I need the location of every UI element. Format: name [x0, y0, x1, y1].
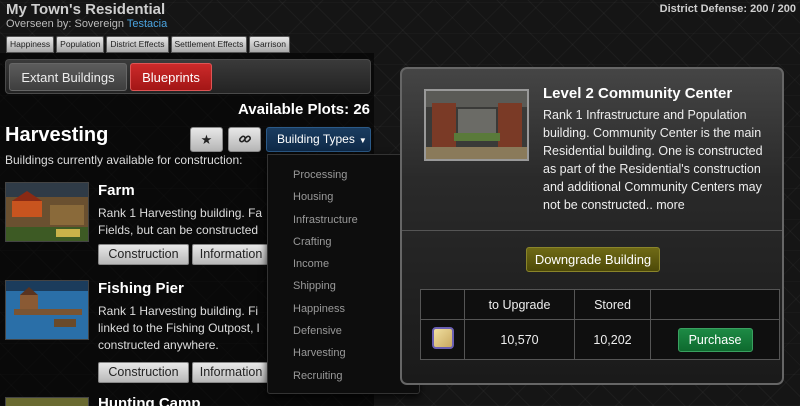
menu-item-shipping[interactable]: Shipping	[268, 275, 419, 297]
purchase-button[interactable]: Purchase	[677, 327, 753, 352]
information-button[interactable]: Information	[192, 362, 270, 383]
menu-item-recruiting[interactable]: Recruiting	[268, 365, 419, 387]
menu-item-harvesting[interactable]: Harvesting	[268, 342, 419, 364]
to-upgrade-value: 10,570	[464, 319, 575, 360]
information-button[interactable]: Information	[192, 244, 270, 265]
detail-title: Level 2 Community Center	[543, 85, 733, 102]
menu-item-infrastructure[interactable]: Infrastructure	[268, 209, 419, 231]
tab-blueprints[interactable]: Blueprints	[130, 63, 212, 91]
building-name: Hunting Camp	[98, 395, 201, 406]
building-name: Fishing Pier	[98, 280, 184, 297]
building-description-line: Fields, but can be constructed	[98, 223, 259, 237]
menu-item-housing[interactable]: Housing	[268, 186, 419, 208]
construction-button[interactable]: Construction	[98, 362, 189, 383]
table-row: 10,570 10,202 Purchase	[420, 319, 780, 360]
menu-item-income[interactable]: Income	[268, 253, 419, 275]
subtab-population[interactable]: Population	[56, 36, 105, 53]
fishing-pier-image	[5, 280, 89, 340]
table-header	[420, 289, 465, 320]
list-item: Hunting Camp	[5, 395, 371, 406]
purchase-cell: Purchase	[650, 319, 780, 360]
building-tabs: Extant Buildings Blueprints	[5, 59, 371, 94]
star-icon: ★	[200, 132, 213, 147]
page-title: My Town's Residential	[6, 1, 166, 18]
building-types-label: Building Types	[277, 132, 355, 146]
category-description: Buildings currently available for constr…	[5, 153, 243, 167]
table-header	[650, 289, 780, 320]
building-name: Farm	[98, 182, 135, 199]
building-description-line: Rank 1 Harvesting building. Fi	[98, 304, 259, 318]
link-button[interactable]	[228, 127, 261, 152]
district-defense: District Defense: 200 / 200	[659, 3, 796, 15]
tab-extant-buildings[interactable]: Extant Buildings	[9, 63, 127, 91]
subtab-settlement-effects[interactable]: Settlement Effects	[170, 36, 248, 53]
subtab-garrison[interactable]: Garrison	[249, 36, 290, 53]
subtab-happiness[interactable]: Happiness	[6, 36, 55, 53]
community-center-image	[424, 89, 529, 161]
link-icon	[238, 132, 252, 147]
table-header: Stored	[574, 289, 651, 320]
building-description-line: linked to the Fishing Outpost, l	[98, 321, 260, 335]
subtab-bar: Happiness Population District Effects Se…	[6, 36, 290, 53]
resource-icon	[431, 327, 454, 349]
menu-item-defensive[interactable]: Defensive	[268, 320, 419, 342]
resource-cell	[420, 319, 465, 360]
menu-item-happiness[interactable]: Happiness	[268, 298, 419, 320]
menu-item-processing[interactable]: Processing	[268, 164, 419, 186]
building-description-line: constructed anywhere.	[98, 338, 219, 352]
available-plots: Available Plots: 26	[238, 101, 370, 118]
construction-button[interactable]: Construction	[98, 244, 189, 265]
menu-item-crafting[interactable]: Crafting	[268, 231, 419, 253]
caret-down-icon: ▼	[358, 136, 367, 145]
divider	[402, 230, 782, 231]
detail-description: Rank 1 Infrastructure and Population bui…	[543, 108, 763, 212]
stored-value: 10,202	[574, 319, 651, 360]
overseer-line: Overseen by: Sovereign Testacia	[6, 18, 167, 30]
building-description-line: Rank 1 Harvesting building. Fa	[98, 206, 263, 220]
table-header: to Upgrade	[464, 289, 575, 320]
category-title: Harvesting	[5, 124, 109, 146]
overseer-name-link[interactable]: Testacia	[127, 18, 167, 30]
overseer-label: Overseen by: Sovereign	[6, 18, 125, 30]
hunting-camp-image	[5, 397, 89, 406]
subtab-district-effects[interactable]: District Effects	[106, 36, 169, 53]
table-header-row: to Upgrade Stored	[420, 289, 780, 320]
favorite-button[interactable]: ★	[190, 127, 223, 152]
building-types-dropdown-button[interactable]: Building Types ▼	[266, 127, 371, 152]
resource-table: to Upgrade Stored 10,570 10,202 Purchase	[420, 289, 780, 360]
downgrade-building-button[interactable]: Downgrade Building	[526, 247, 660, 272]
farm-image	[5, 182, 89, 242]
building-types-menu: Processing Housing Infrastructure Crafti…	[267, 154, 420, 394]
